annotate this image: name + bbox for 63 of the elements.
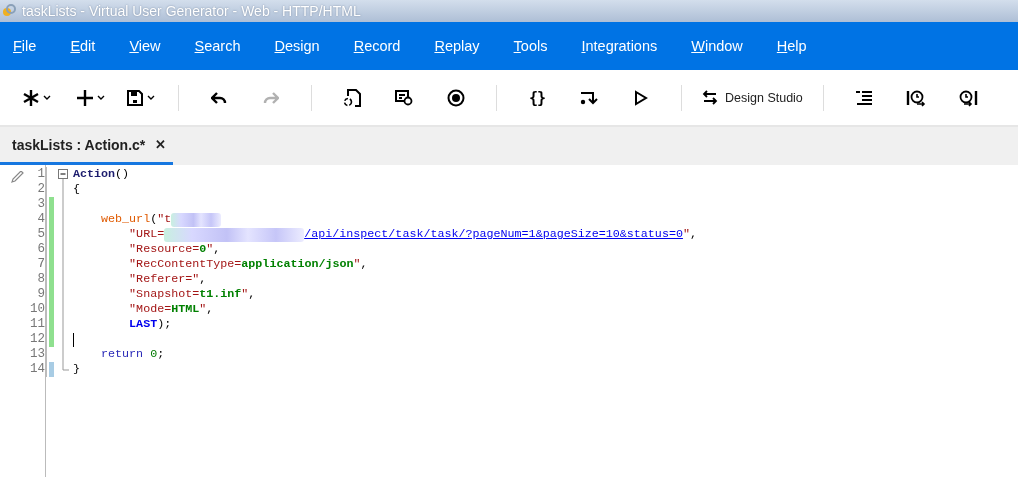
toolbar-button[interactable]: {}: [511, 80, 563, 115]
code-line: "Snapshot=t1.inf",: [128, 287, 256, 302]
line-number: 13: [30, 347, 46, 362]
refresh-document-icon: [343, 88, 361, 107]
code-line: "Resource=0",: [128, 242, 221, 257]
url-link[interactable]: /api/inspect/task/task/?pageNum=1&pageSize=10&status=0: [304, 227, 683, 242]
grid-gear-icon: [395, 89, 413, 106]
code-line: "Mode=HTML",: [128, 302, 214, 317]
redo-icon: [263, 90, 279, 105]
design-studio-button[interactable]: Design Studio: [696, 80, 809, 115]
step-arrow-icon: [580, 89, 598, 106]
menu-item[interactable]: Design: [274, 38, 320, 54]
line-number: 14: [30, 362, 46, 377]
line-number: 6: [36, 242, 46, 257]
pen-icon: [10, 171, 24, 183]
code-line: web_url("t: [73, 212, 222, 227]
menu-item[interactable]: File: [13, 38, 37, 54]
menu-item[interactable]: Search: [194, 38, 241, 54]
line-number: 12: [30, 332, 46, 347]
line-number: 10: [30, 302, 46, 317]
record-icon: [447, 88, 465, 107]
menu-item[interactable]: Record: [353, 38, 401, 54]
caret-icon: [146, 94, 155, 101]
line-number: 5: [36, 227, 46, 242]
caret-icon: [96, 94, 105, 101]
app-logo-icon: [2, 3, 16, 19]
code-line: {: [73, 182, 80, 197]
code-line: "RecContentType=application/json",: [128, 257, 368, 272]
asterisk-icon: [21, 88, 40, 107]
menu-item[interactable]: Tools: [513, 38, 548, 54]
collapse-icon[interactable]: [56, 167, 70, 182]
code-line: }: [73, 362, 80, 377]
line-number: 7: [36, 257, 46, 272]
plus-icon: [75, 88, 94, 107]
caret-icon: [42, 94, 51, 101]
menu-item[interactable]: Help: [776, 38, 807, 54]
code-line: Action(): [73, 167, 130, 182]
clock-end-icon: [957, 88, 978, 107]
menu-item[interactable]: Integrations: [581, 38, 658, 54]
menu-item[interactable]: Edit: [70, 38, 96, 54]
tab-label: taskLists : Action.c*: [12, 136, 146, 153]
line-number: 9: [36, 287, 46, 302]
code-line: LAST);: [128, 317, 172, 332]
line-number: 1: [36, 167, 46, 182]
indent-lines-icon: [854, 89, 873, 106]
line-number: 11: [30, 317, 46, 332]
menu-item[interactable]: Replay: [434, 38, 480, 54]
save-icon: [125, 88, 144, 107]
window-title: taskLists - Virtual User Generator - Web - HTTP/HTML: [22, 3, 361, 19]
play-icon: [634, 89, 648, 106]
menu-item[interactable]: Window: [691, 38, 743, 54]
code-line: "URL= /api/inspect/task/task/?pageNum=1&pageSize=10&status=0",: [128, 227, 697, 242]
line-number: 2: [36, 182, 46, 197]
close-icon[interactable]: ✕: [152, 137, 170, 152]
line-number: 8: [36, 272, 46, 287]
undo-icon: [211, 90, 227, 105]
line-number: 4: [36, 212, 46, 227]
code-line: "Referer=",: [128, 272, 207, 287]
clock-start-icon: [905, 88, 926, 107]
code-line: return 0;: [100, 347, 165, 362]
menu-item[interactable]: View: [129, 38, 161, 54]
line-number: 3: [36, 197, 46, 212]
swap-arrows-icon: [702, 89, 718, 106]
